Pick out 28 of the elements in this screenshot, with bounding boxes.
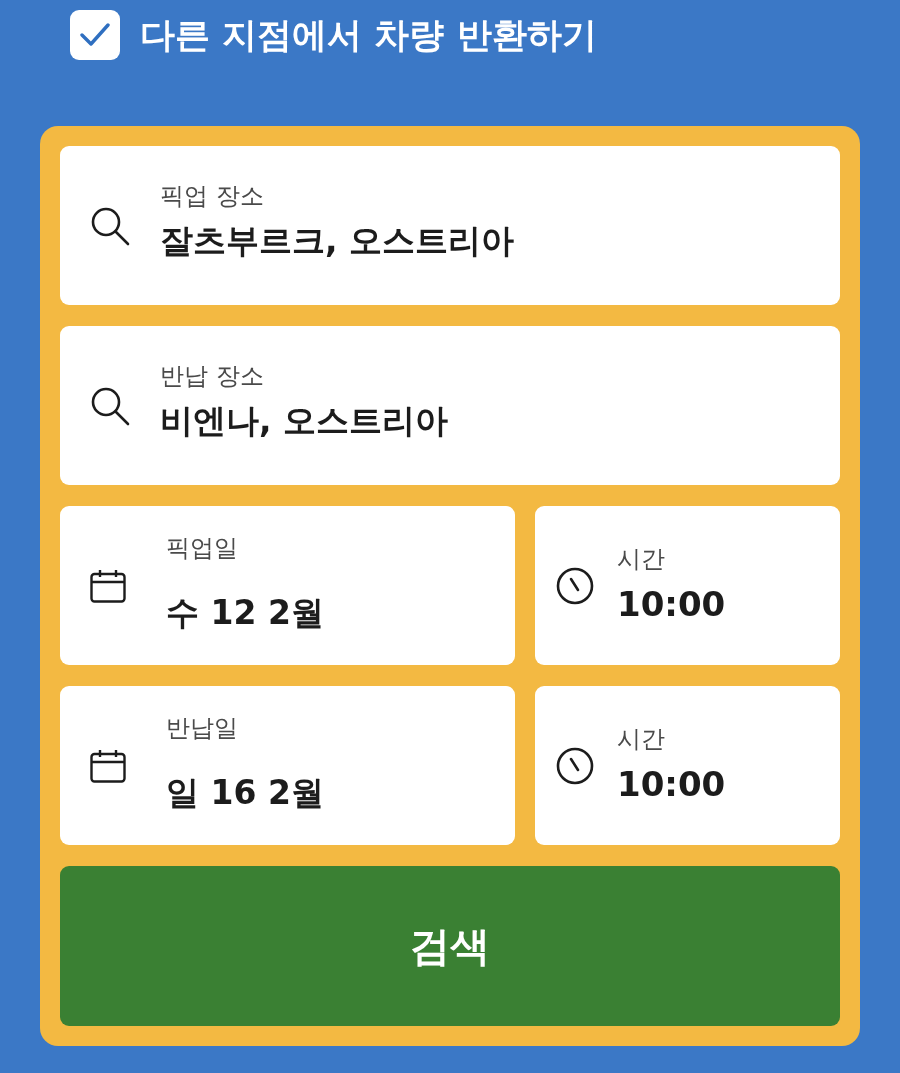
location-field[interactable]: 반납 장소 비엔나, 오스트리아 [60, 326, 840, 485]
field-value: 10:00 [617, 582, 726, 626]
date-field[interactable]: 반납일 일 16 2월 [60, 686, 515, 845]
time-field[interactable]: 시간 10:00 [535, 506, 840, 665]
field-label: 픽업 장소 [160, 180, 265, 211]
field-label: 반납일 [166, 712, 239, 743]
search-icon [90, 385, 130, 426]
checkbox-label: 다른 지점에서 차량 반환하기 [140, 14, 597, 57]
field-value: 비엔나, 오스트리아 [160, 399, 449, 442]
field-value: 일 16 2월 [166, 771, 324, 814]
location-field[interactable]: 픽업 장소 잘츠부르크, 오스트리아 [60, 146, 840, 305]
search-icon [90, 205, 130, 246]
calendar-icon [90, 748, 126, 783]
field-label: 반납 장소 [160, 360, 265, 391]
checkmark-icon [80, 23, 110, 47]
clock-icon [556, 566, 594, 605]
clock-icon [556, 746, 594, 785]
field-value: 10:00 [617, 762, 726, 806]
date-field[interactable]: 픽업일 수 12 2월 [60, 506, 515, 665]
field-label: 시간 [617, 723, 666, 754]
checkbox[interactable] [70, 10, 120, 60]
search-button[interactable]: 검색 [60, 866, 840, 1026]
time-field[interactable]: 시간 10:00 [535, 686, 840, 845]
field-label: 픽업일 [166, 532, 239, 563]
calendar-icon [90, 568, 126, 603]
field-value: 잘츠부르크, 오스트리아 [160, 219, 515, 262]
field-value: 수 12 2월 [166, 591, 324, 634]
field-label: 시간 [617, 543, 666, 574]
